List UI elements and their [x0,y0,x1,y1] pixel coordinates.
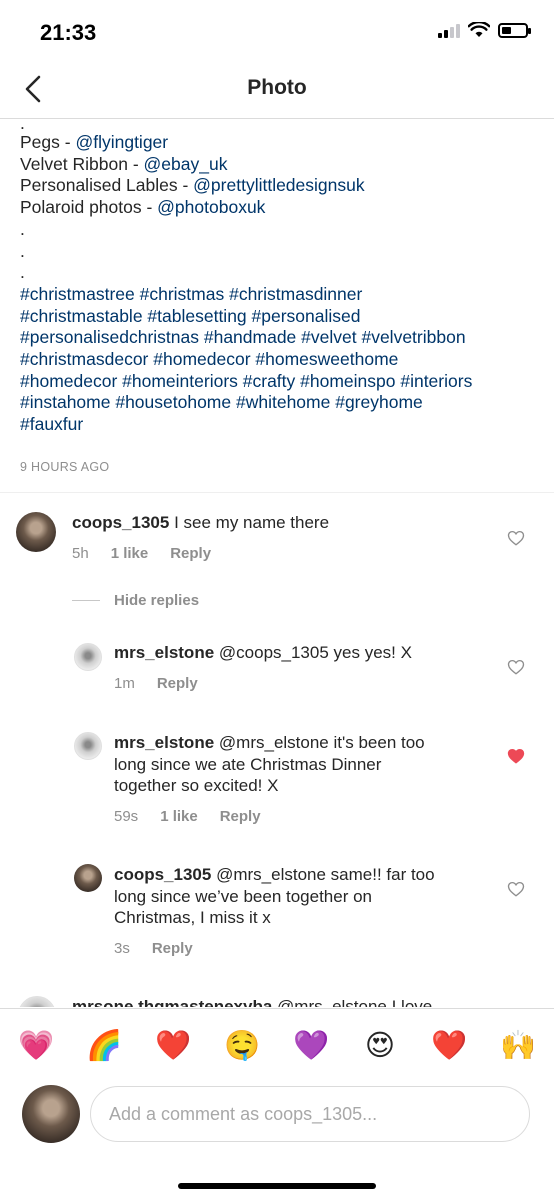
comment-text: coops_1305 @mrs_elstone same!! far too l… [114,865,435,927]
comment-likes[interactable]: 1 like [111,545,149,562]
comment-meta: 3s Reply [114,940,193,957]
caption-dot: . [20,262,25,283]
page-title: Photo [247,76,307,99]
red-heart-emoji-icon[interactable]: ❤️ [155,1027,191,1063]
growing-heart-emoji-icon[interactable]: 💗 [18,1027,54,1063]
hashtag-line[interactable]: #instahome #housetohome #whitehome #grey… [20,392,540,414]
avatar[interactable] [74,864,102,892]
post-caption: . Pegs - @flyingtiger Velvet Ribbon - @e… [20,113,540,436]
caption-line: Personalised Lables - @prettylittledesig… [20,175,365,196]
comment-username[interactable]: mrsone.thgmastenexyba [72,997,272,1007]
wifi-icon [468,22,490,37]
post-timestamp: 9 HOURS AGO [20,460,110,474]
comment-username[interactable]: coops_1305 [114,865,211,884]
avatar[interactable] [74,643,102,671]
caption-line: Polaroid photos - @photoboxuk [20,197,266,218]
comment-text: coops_1305 I see my name there [72,513,330,532]
mention-link[interactable]: @flyingtiger [75,132,168,152]
reply-button[interactable]: Reply [170,545,211,562]
heart-eyes-emoji-icon[interactable]: 😍 [362,1027,398,1063]
caption-dot: . [20,113,25,133]
status-bar: 21:33 [0,0,554,60]
mention-link[interactable]: @photoboxuk [157,197,265,217]
hashtag-line[interactable]: #homedecor #homeinteriors #crafty #homei… [20,371,540,393]
comment-meta: 5h 1 like Reply [72,545,211,562]
mention-link[interactable]: @prettylittledesignsuk [193,175,364,195]
caption-line: Pegs - @flyingtiger [20,132,169,152]
purple-heart-emoji-icon[interactable]: 💜 [293,1027,329,1063]
comment-meta: 59s 1 like Reply [114,808,261,825]
clipped-comment: mrsone.thgmastenexyba @mrs_elstone I lov… [0,990,554,1007]
mention-link[interactable]: @ebay_uk [144,154,228,174]
heart-outline-icon[interactable] [507,658,525,676]
hashtag-line[interactable]: #christmastree #christmas #christmasdinn… [20,284,540,306]
comment-time: 59s [114,808,139,825]
nav-bar: Photo [0,60,554,119]
reply-button[interactable]: Reply [220,808,261,825]
comment-text: mrs_elstone @mrs_elstone it's been too l… [114,733,425,795]
comment-username[interactable]: mrs_elstone [114,643,214,662]
comment-composer: Add a comment as coops_1305... [0,1078,554,1200]
comment-input[interactable]: Add a comment as coops_1305... [90,1086,530,1142]
avatar[interactable] [74,732,102,760]
status-icons [438,22,531,38]
reply-button[interactable]: Reply [152,940,193,957]
divider [0,492,554,493]
red-heart-emoji-icon[interactable]: ❤️ [431,1027,467,1063]
comment-likes[interactable]: 1 like [160,808,198,825]
battery-icon [498,22,531,38]
comment-username[interactable]: coops_1305 [72,513,169,532]
hashtag-line[interactable]: #christmastable #tablesetting #personali… [20,306,540,328]
raising-hands-emoji-icon[interactable]: 🙌 [500,1027,536,1063]
avatar[interactable] [18,996,56,1007]
comment-text: mrsone.thgmastenexyba @mrs_elstone I lov… [72,996,532,1007]
avatar [22,1085,80,1143]
hashtags: #christmastree #christmas #christmasdinn… [20,284,540,436]
drooling-face-emoji-icon[interactable]: 🤤 [224,1027,260,1063]
comment-text: mrs_elstone @coops_1305 yes yes! X [114,643,412,662]
comment-time: 1m [114,675,135,692]
hashtag-line[interactable]: #christmasdecor #homedecor #homesweethom… [20,349,540,371]
comment-meta: 1m Reply [114,675,198,692]
caption-dot: . [20,218,25,239]
heart-outline-icon[interactable] [507,880,525,898]
status-time: 21:33 [40,20,97,45]
hide-replies-button[interactable]: Hide replies [72,592,199,609]
avatar[interactable] [16,512,56,552]
cellular-signal-icon [438,22,460,38]
home-indicator[interactable] [178,1183,376,1189]
comment-time: 5h [72,545,89,562]
caption-line: Velvet Ribbon - @ebay_uk [20,153,228,174]
comment-time: 3s [114,940,130,957]
rainbow-emoji-icon[interactable]: 🌈 [86,1027,122,1063]
heart-filled-icon[interactable] [507,747,525,765]
reply-button[interactable]: Reply [157,675,198,692]
heart-outline-icon[interactable] [507,529,525,547]
caption-dot: . [20,240,25,261]
hashtag-line[interactable]: #personalisedchristnas #handmade #velvet… [20,327,540,349]
hashtag-line[interactable]: #fauxfur [20,414,540,436]
comment-username[interactable]: mrs_elstone [114,733,214,752]
divider-line [72,600,100,601]
emoji-quick-bar: 💗 🌈 ❤️ 🤤 💜 😍 ❤️ 🙌 [0,1008,554,1079]
